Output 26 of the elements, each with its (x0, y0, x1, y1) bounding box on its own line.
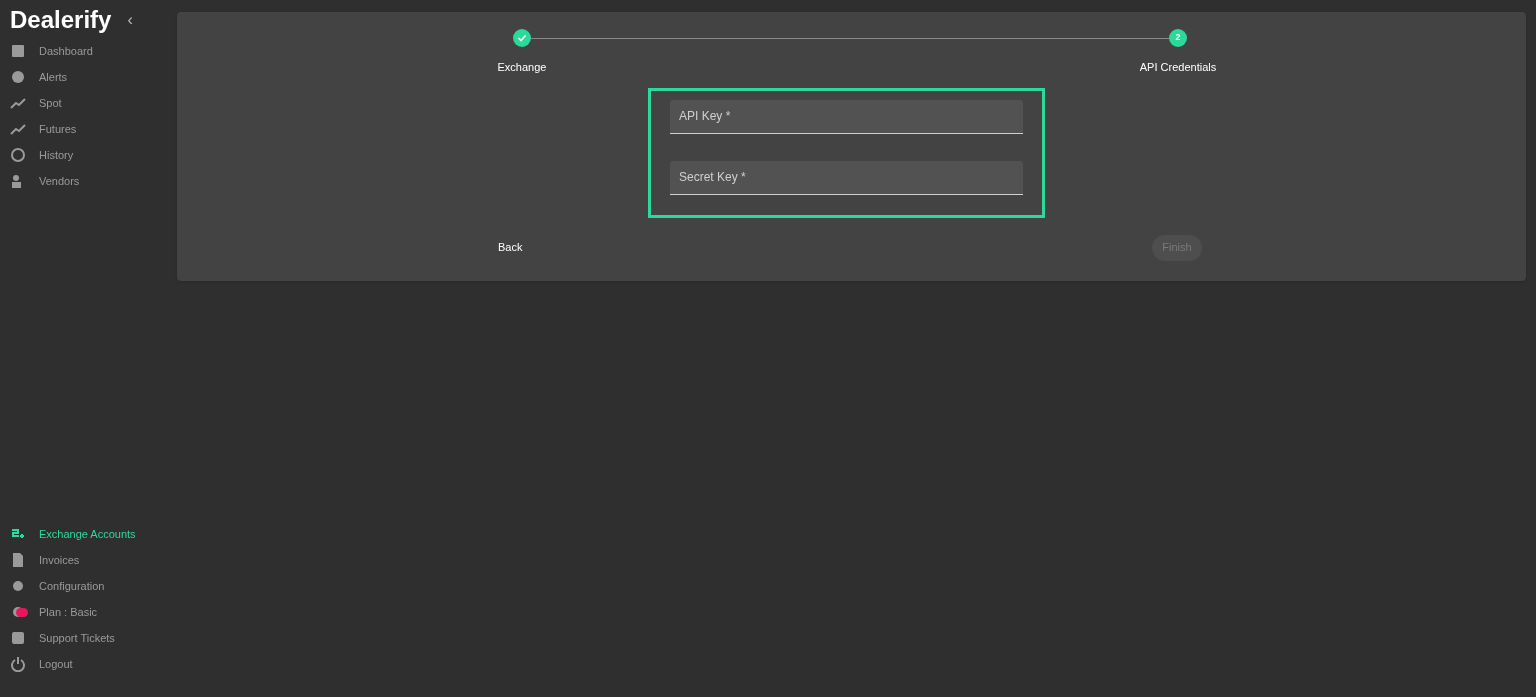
logo: Dealerify (10, 5, 112, 35)
power-icon (10, 656, 26, 672)
nav-item[interactable]: Plan : Basic (0, 599, 170, 625)
nav-item[interactable]: History (0, 142, 170, 168)
step-label: Exchange (497, 60, 547, 75)
step-indicator: 2 (1169, 29, 1187, 47)
step-label: API Credentials (1139, 60, 1217, 75)
text-field[interactable]: Secret Key * (670, 160, 1023, 195)
nav-item[interactable]: Configuration (0, 573, 170, 599)
nav-item[interactable]: Dashboard (0, 38, 170, 64)
nav-item[interactable]: Support Tickets (0, 625, 170, 651)
trend-icon (10, 95, 26, 111)
nav-item[interactable]: Alerts (0, 64, 170, 90)
clock-icon (10, 147, 26, 163)
back-button[interactable]: Back (496, 235, 525, 260)
nav-item[interactable]: Invoices (0, 547, 170, 573)
text-field[interactable]: API Key * (670, 99, 1023, 134)
check-icon (517, 33, 527, 43)
trend-icon (10, 121, 26, 137)
nav-item[interactable]: Spot (0, 90, 170, 116)
nav-item[interactable]: Futures (0, 116, 170, 142)
nav-item[interactable]: Vendors (0, 168, 170, 194)
nav-item[interactable]: Logout (0, 651, 170, 677)
doc-icon (10, 552, 26, 568)
nav-item[interactable]: Exchange Accounts (0, 521, 170, 547)
collapse-button[interactable]: ‹ (127, 12, 133, 28)
